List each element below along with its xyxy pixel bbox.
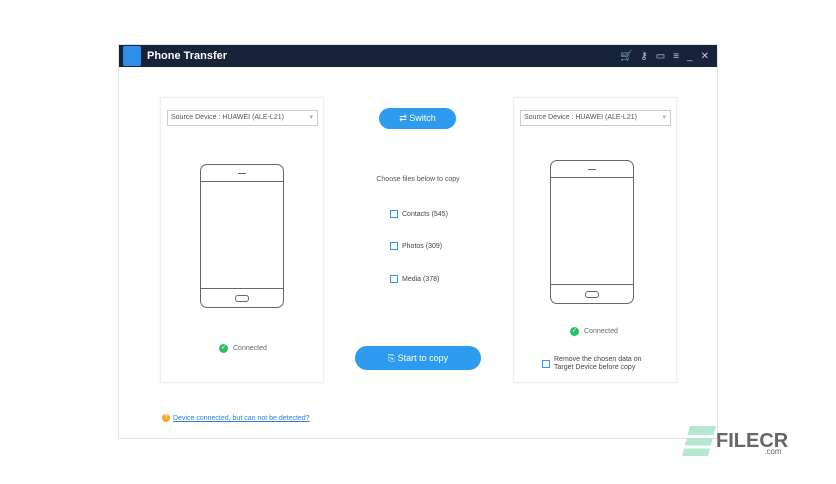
watermark: FILECR .com xyxy=(681,426,806,456)
close-icon[interactable]: ✕ xyxy=(701,51,709,62)
connected-status: ✓ Connected xyxy=(570,327,618,336)
help-link-text[interactable]: Device connected, but can not be detecte… xyxy=(173,415,310,422)
contacts-checkbox[interactable]: Contacts (545) xyxy=(390,210,448,218)
target-panel: Source Device : HUAWEI (ALE-L21) ▾ ✓ Conne… xyxy=(513,97,677,383)
menu-icon[interactable]: ≡ xyxy=(673,51,679,62)
app-window: Phone Transfer 🛒 ⚷ ▭ ≡ _ ✕ Source Device… xyxy=(118,44,718,439)
media-checkbox[interactable]: Media (378) xyxy=(390,275,439,283)
watermark-logo-icon xyxy=(681,426,717,456)
feedback-icon[interactable]: ▭ xyxy=(656,51,665,62)
status-text: Connected xyxy=(584,328,618,335)
target-device-select[interactable]: Source Device : HUAWEI (ALE-L21) ▾ xyxy=(520,110,671,126)
copy-icon: ⎘ xyxy=(387,353,398,363)
source-device-select[interactable]: Source Device : HUAWEI (ALE-L21) ▾ xyxy=(167,110,318,126)
switch-button[interactable]: ⇄ Switch xyxy=(379,108,456,129)
help-icon: ? xyxy=(162,414,170,422)
status-text: Connected xyxy=(233,345,267,352)
photos-checkbox[interactable]: Photos (309) xyxy=(390,242,442,250)
check-icon: ✓ xyxy=(219,344,228,353)
key-icon[interactable]: ⚷ xyxy=(640,51,647,62)
start-copy-button[interactable]: ⎘ Start to copy xyxy=(355,346,481,370)
title-bar: Phone Transfer 🛒 ⚷ ▭ ≡ _ ✕ xyxy=(119,45,717,67)
app-title: Phone Transfer xyxy=(147,50,228,62)
cart-icon[interactable]: 🛒 xyxy=(620,51,632,62)
switch-icon: ⇄ xyxy=(399,113,410,123)
minimize-icon[interactable]: _ xyxy=(687,51,693,62)
check-icon: ✓ xyxy=(570,327,579,336)
source-panel: Source Device : HUAWEI (ALE-L21) ▾ ✓ Conne… xyxy=(160,97,324,383)
remove-data-checkbox[interactable]: Remove the chosen data on Target Device … xyxy=(542,356,662,372)
phone-icon xyxy=(550,160,634,304)
app-logo-icon xyxy=(123,46,141,66)
choose-label: Choose files below to copy xyxy=(376,176,460,183)
connected-status: ✓ Connected xyxy=(219,344,267,353)
phone-icon xyxy=(200,164,284,308)
help-link[interactable]: ? Device connected, but can not be detect… xyxy=(162,414,310,422)
